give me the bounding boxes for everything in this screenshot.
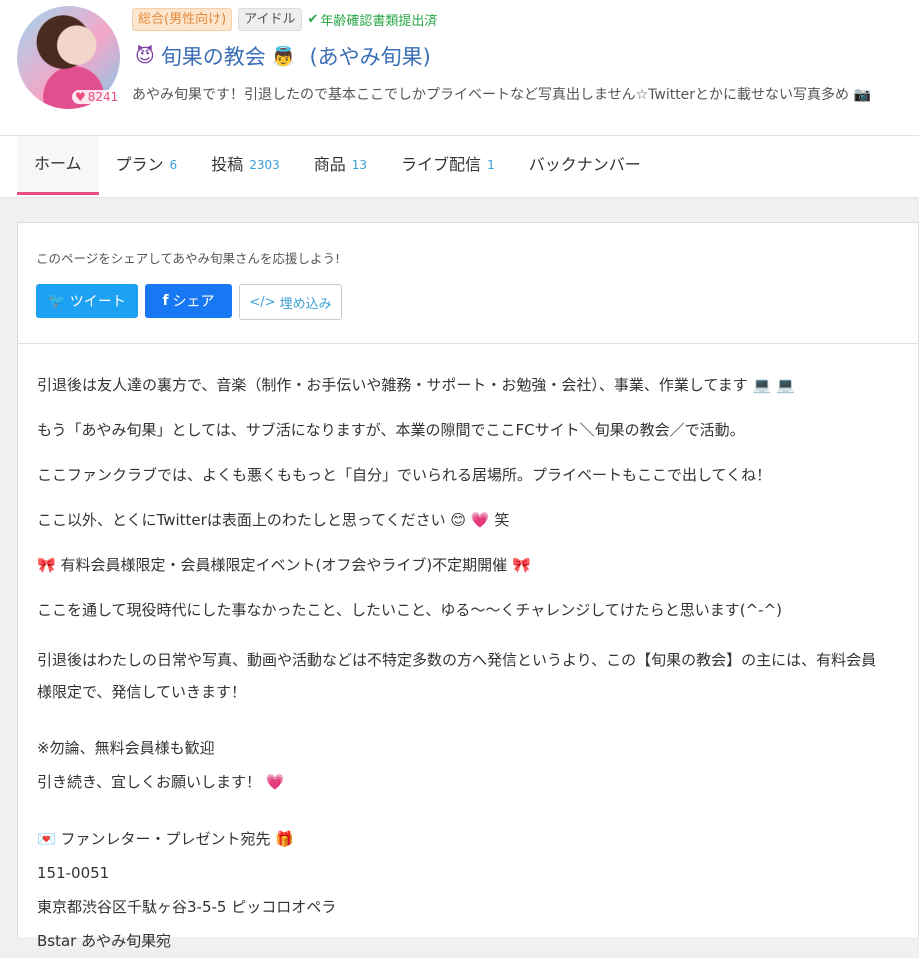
gift-icon: 🎁 <box>275 830 294 848</box>
paragraph-7: 引退後はわたしの日常や写真、動画や活動などは不特定多数の方へ発信というより、この… <box>37 651 877 701</box>
fanclub-name: 旬果の教会 <box>160 45 266 69</box>
plans-count: 6 <box>169 158 178 172</box>
check-icon: ✔ <box>307 12 319 27</box>
owner-name: (あやみ旬果) <box>309 45 431 69</box>
devil-icon: 😈 <box>135 45 155 67</box>
address: 東京都渋谷区千駄ヶ谷3-5-5 ピッコロオペラ <box>37 898 337 916</box>
posts-count: 2303 <box>249 158 280 172</box>
addressee: Bstar あやみ旬果宛 <box>37 932 172 950</box>
facebook-icon: f <box>162 293 169 309</box>
paragraph-6: ここを通して現役時代にした事なかったこと、したいこと、ゆる〜〜くチャレンジしてけ… <box>37 601 783 619</box>
angel-icon: 👼 <box>271 45 296 68</box>
love-letter-icon: 💌 <box>37 830 56 848</box>
paragraph-1: 引退後は友人達の裏方で、音楽（制作・お手伝いや雑務・サポート・お勉強・会社）、事… <box>37 376 795 394</box>
paragraph-8: ※勿論、無料会員様も歓迎 引き続き、宜しくお願いします！ 💗 <box>37 739 285 791</box>
fanclub-title[interactable]: 😈 旬果の教会 👼 (あやみ旬果) <box>135 41 431 71</box>
profile-description: あやみ旬果です！引退したので基本ここでしかプライベートなど写真出しません☆Twi… <box>132 87 871 103</box>
facebook-share-button[interactable]: f シェア <box>145 284 232 318</box>
paragraph-3: ここファンクラブでは、よくも悪くももっと「自分」でいられる居場所。プライベートも… <box>37 466 772 484</box>
paragraph-4: ここ以外、とくにTwitterは表面上のわたしと思ってください 😊 💗 笑 <box>37 511 510 529</box>
tab-backnumber[interactable]: バックナンバー <box>512 136 658 194</box>
live-count: 1 <box>487 158 495 172</box>
postal-code: 151-0051 <box>37 864 110 882</box>
category-tag[interactable]: アイドル <box>238 8 302 31</box>
genre-tag[interactable]: 総合(男性向け) <box>132 8 233 31</box>
smile-icon: 😊 <box>450 511 467 529</box>
tab-live[interactable]: ライブ配信 1 <box>384 136 512 194</box>
profile-tags: 総合(男性向け) アイドル ✔ 年齢確認書類提出済 <box>132 8 437 31</box>
likes-badge[interactable]: ♥ 8241 <box>72 90 122 104</box>
tab-home[interactable]: ホーム <box>17 136 99 195</box>
verified-label: 年齢確認書類提出済 <box>320 14 438 29</box>
profile-body: 引退後は友人達の裏方で、音楽（制作・お手伝いや雑務・サポート・お勉強・会社）、事… <box>18 344 918 958</box>
tab-posts[interactable]: 投稿 2303 <box>194 136 297 194</box>
heart-icon: 💗 <box>265 773 285 791</box>
ribbon-icon: 🎀 <box>511 556 531 574</box>
laptop-icon: 💻 💻 <box>752 376 795 394</box>
age-verified-badge: ✔ 年齢確認書類提出済 <box>308 10 438 29</box>
likes-count: 8241 <box>87 90 119 104</box>
heart-icon: ♥ <box>75 90 86 104</box>
share-prompt: このページをシェアしてあやみ旬果さんを応援しよう! <box>36 251 341 266</box>
tab-bar: ホーム プラン 6 投稿 2303 商品 13 ライブ配信 1 バックナンバー <box>17 136 658 196</box>
products-count: 13 <box>351 158 368 172</box>
twitter-icon: 🐦 <box>48 293 66 309</box>
camera-icon: 📷 <box>853 87 871 103</box>
tweet-button[interactable]: 🐦 ツイート <box>36 284 138 318</box>
paragraph-2: もう「あやみ旬果」としては、サブ活になりますが、本業の隙間でここFCサイト＼旬果… <box>37 421 745 439</box>
paragraph-5: 🎀 有料会員様限定・会員様限定イベント(オフ会やライブ)不定期開催 🎀 <box>37 556 531 574</box>
share-section: このページをシェアしてあやみ旬果さんを応援しよう! 🐦 ツイート f シェア <… <box>18 223 918 344</box>
tab-plans[interactable]: プラン 6 <box>99 136 195 194</box>
ribbon-icon: 🎀 <box>37 556 56 574</box>
tab-products[interactable]: 商品 13 <box>297 136 384 194</box>
profile-header: ♥ 8241 総合(男性向け) アイドル ✔ 年齢確認書類提出済 😈 旬果の教会… <box>0 0 919 136</box>
share-buttons: 🐦 ツイート f シェア </> 埋め込み <box>36 284 900 320</box>
code-icon: </> <box>249 294 276 310</box>
home-card: このページをシェアしてあやみ旬果さんを応援しよう! 🐦 ツイート f シェア <… <box>17 222 919 950</box>
heart-icon: 💗 <box>470 511 490 529</box>
embed-button[interactable]: </> 埋め込み <box>239 284 342 320</box>
paragraph-9: 💌 ファンレター・プレゼント宛先 🎁 151-0051 東京都渋谷区千駄ヶ谷3-… <box>37 822 918 958</box>
